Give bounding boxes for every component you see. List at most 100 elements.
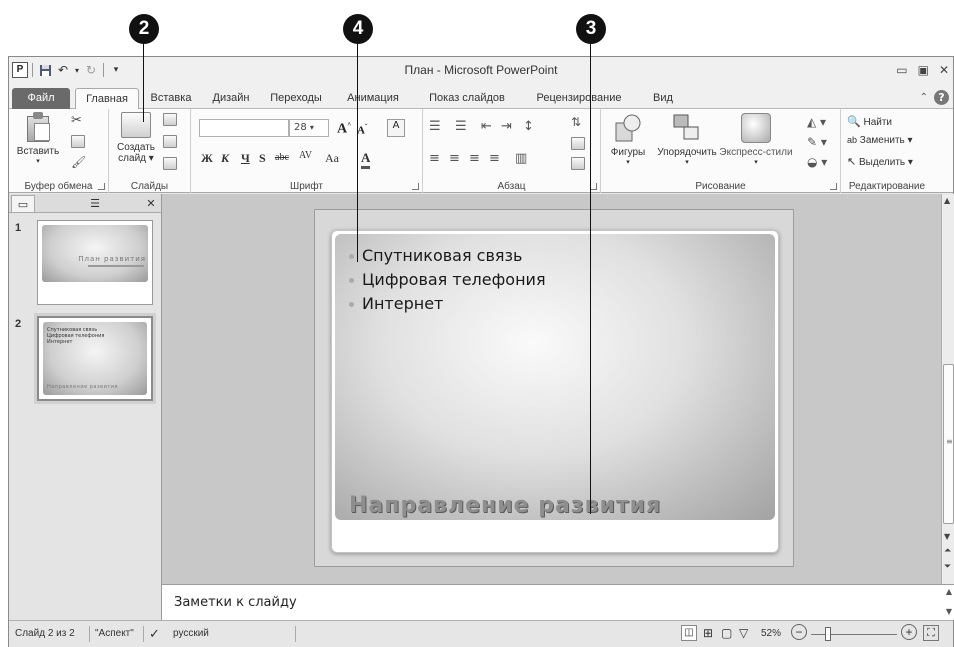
help-icon[interactable]: ? <box>934 90 949 105</box>
minimize-icon[interactable]: ▭ <box>896 63 907 77</box>
text-direction-icon[interactable]: ⇅ <box>571 115 581 129</box>
layout-icon[interactable] <box>163 113 177 126</box>
line-spacing-icon[interactable]: ↕ <box>523 119 534 134</box>
callout-4: 4 <box>343 14 373 44</box>
font-name-field[interactable] <box>199 119 289 137</box>
new-slide-button[interactable]: Создать слайд ▾ <box>113 112 159 164</box>
tab-file[interactable]: Файл <box>12 88 70 109</box>
clear-format-icon[interactable]: A <box>387 119 405 137</box>
copy-icon[interactable] <box>71 135 85 148</box>
close-icon[interactable]: ✕ <box>939 63 949 77</box>
select-button[interactable]: ↖ Выделить ▾ <box>847 155 913 168</box>
thumbnail-1-title: План развития <box>78 255 146 263</box>
slides-tab[interactable]: ▭ <box>11 195 35 212</box>
slide-sorter-icon[interactable]: ⊞ <box>703 626 713 640</box>
bullet-dot-icon <box>349 277 354 283</box>
italic-button[interactable]: К <box>221 151 229 166</box>
char-spacing-button[interactable]: AV <box>299 150 312 161</box>
decrease-indent-icon[interactable]: ⇤ <box>481 119 492 134</box>
numbering-icon[interactable]: ☰ <box>455 119 467 134</box>
paragraph-launcher-icon[interactable] <box>590 183 597 190</box>
shrink-font-icon[interactable]: Aˇ <box>357 123 367 137</box>
slide-thumbnail-1[interactable]: План развития <box>37 220 153 305</box>
arrange-button[interactable]: Упорядочить ▾ <box>655 113 719 166</box>
shape-outline-icon[interactable]: ✎ ▾ <box>807 135 827 149</box>
reading-view-icon[interactable]: ▢ <box>721 626 732 640</box>
group-drawing: Фигуры ▾ Упорядочить ▾ Экспресс-стили ▾ … <box>601 109 841 193</box>
window-title: План - Microsoft PowerPoint <box>404 63 558 77</box>
previous-slide-icon[interactable]: ⏶ <box>944 546 951 556</box>
slideshow-icon[interactable]: ▽ <box>739 626 748 640</box>
slide-frame: Спутниковая связь Цифровая телефония Инт… <box>314 209 794 567</box>
bold-button[interactable]: Ж <box>201 151 213 166</box>
slide-title[interactable]: Направление развития <box>349 493 661 518</box>
clipboard-launcher-icon[interactable] <box>98 183 105 190</box>
paste-button[interactable]: Вставить ▾ <box>11 112 65 165</box>
fit-to-window-icon[interactable]: ⛶ <box>923 625 939 641</box>
tab-transitions[interactable]: Переходы <box>263 88 329 109</box>
section-icon[interactable] <box>163 157 177 170</box>
callout-2: 2 <box>129 14 159 44</box>
notes-scroll-up-icon[interactable]: ▲ <box>946 587 952 596</box>
status-separator <box>89 626 90 642</box>
columns-icon[interactable]: ▥ <box>515 151 527 166</box>
shadow-button[interactable]: S <box>259 151 266 166</box>
vertical-scrollbar[interactable]: ▲ ≡ ▼ ⏶ ⏷ <box>941 194 954 584</box>
spellcheck-icon[interactable]: ✓ <box>149 626 160 642</box>
font-color-button[interactable]: A <box>361 150 371 169</box>
outline-tab[interactable]: ☰ <box>83 195 107 212</box>
normal-view-icon[interactable]: ◫ <box>681 625 697 641</box>
tab-review[interactable]: Рецензирование <box>525 88 633 109</box>
notes-scroll-down-icon[interactable]: ▼ <box>946 607 952 616</box>
zoom-slider-thumb[interactable] <box>825 627 831 641</box>
tab-design[interactable]: Дизайн <box>203 88 259 109</box>
underline-button[interactable]: Ч <box>241 151 250 166</box>
restore-icon[interactable]: ▣ <box>918 63 929 77</box>
quick-styles-button[interactable]: Экспресс-стили ▾ <box>719 113 793 166</box>
format-painter-icon[interactable]: 🖌 <box>71 155 86 169</box>
next-slide-icon[interactable]: ⏷ <box>944 562 951 572</box>
justify-icon[interactable]: ≡ <box>489 151 500 166</box>
tab-view[interactable]: Вид <box>643 88 683 109</box>
tab-home[interactable]: Главная <box>75 88 139 110</box>
tab-slideshow[interactable]: Показ слайдов <box>419 88 515 109</box>
zoom-in-icon[interactable]: + <box>901 624 917 640</box>
quick-styles-label: Экспресс-стили <box>719 147 793 158</box>
theme-name[interactable]: "Аспект" <box>95 628 134 639</box>
align-center-icon[interactable]: ≡ <box>449 151 460 166</box>
shape-fill-icon[interactable]: ◭ ▾ <box>807 115 826 129</box>
notes-pane[interactable]: Заметки к слайду ▲ ▼ <box>162 584 954 620</box>
replace-button[interactable]: ab Заменить ▾ <box>847 135 913 146</box>
scroll-thumb[interactable]: ≡ <box>943 364 954 524</box>
shapes-button[interactable]: Фигуры ▾ <box>603 113 653 166</box>
tab-insert[interactable]: Вставка <box>143 88 199 109</box>
align-text-icon[interactable] <box>571 137 585 150</box>
shape-effects-icon[interactable]: ◒ ▾ <box>807 155 827 169</box>
bullet-list[interactable]: Спутниковая связь Цифровая телефония Инт… <box>349 244 546 316</box>
reset-slide-icon[interactable] <box>163 135 177 148</box>
tab-animation[interactable]: Анимация <box>337 88 409 109</box>
grow-font-icon[interactable]: A^ <box>337 121 351 138</box>
font-launcher-icon[interactable] <box>412 183 419 190</box>
zoom-level[interactable]: 52% <box>761 628 781 639</box>
find-button[interactable]: 🔍 Найти <box>847 115 892 128</box>
slide-thumbnail-2[interactable]: Спутниковая связь Цифровая телефония Инт… <box>37 316 153 401</box>
align-left-icon[interactable]: ≡ <box>429 151 440 166</box>
current-slide[interactable]: Спутниковая связь Цифровая телефония Инт… <box>331 230 779 553</box>
language-indicator[interactable]: русский <box>173 628 209 639</box>
scroll-down-icon[interactable]: ▼ <box>944 532 950 541</box>
zoom-out-icon[interactable]: − <box>791 624 807 640</box>
scroll-up-icon[interactable]: ▲ <box>944 196 950 205</box>
cut-icon[interactable]: ✂ <box>71 113 82 128</box>
bullets-icon[interactable]: ☰ <box>429 119 441 134</box>
increase-indent-icon[interactable]: ⇥ <box>501 119 512 134</box>
zoom-slider[interactable] <box>811 634 897 635</box>
strikethrough-button[interactable]: abc <box>275 152 289 163</box>
align-right-icon[interactable]: ≡ <box>469 151 480 166</box>
font-size-field[interactable]: 28 ▾ <box>289 119 329 137</box>
close-pane-button[interactable]: ✕ <box>143 195 159 212</box>
change-case-button[interactable]: Aa <box>325 151 339 166</box>
smartart-icon[interactable] <box>571 157 585 170</box>
minimize-ribbon-icon[interactable]: ⌃ <box>920 92 928 103</box>
drawing-launcher-icon[interactable] <box>830 183 837 190</box>
